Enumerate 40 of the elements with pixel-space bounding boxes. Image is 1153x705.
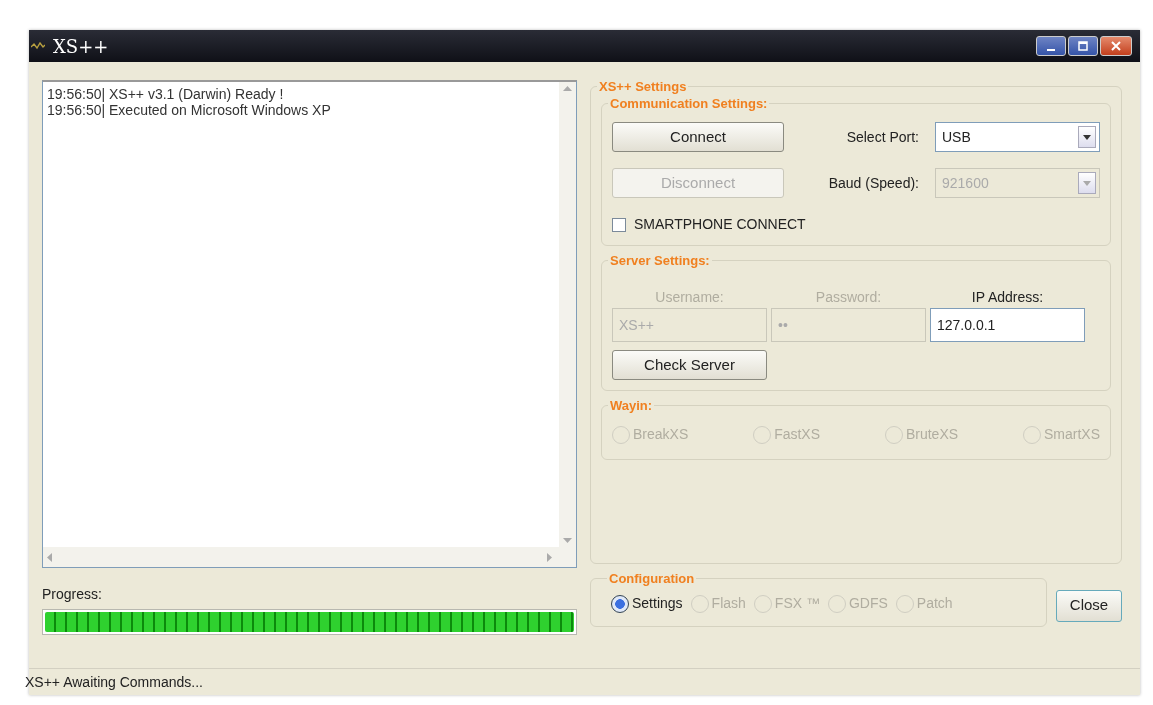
baud-label: Baud (Speed): <box>828 173 919 193</box>
group-title: Wayin: <box>609 399 654 412</box>
left-arrow-icon[interactable] <box>47 552 52 562</box>
minimize-icon <box>1047 49 1055 51</box>
maximize-button[interactable] <box>1068 36 1098 56</box>
field-label: IP Address: <box>971 288 1044 307</box>
close-icon <box>1111 41 1121 51</box>
down-arrow-icon[interactable] <box>563 538 572 543</box>
field-label: Username: <box>655 288 724 307</box>
dropdown-button[interactable] <box>1078 126 1096 148</box>
up-arrow-icon[interactable] <box>563 86 572 91</box>
horizontal-scrollbar[interactable] <box>43 547 576 567</box>
caret-icon <box>1083 134 1091 140</box>
group-title: Communication Settings: <box>609 97 769 110</box>
connect-button[interactable]: Connect <box>612 122 784 152</box>
checkbox[interactable] <box>612 217 626 232</box>
progress-label: Progress: <box>42 585 103 604</box>
close-button[interactable] <box>1100 36 1132 56</box>
group-title: XS++ Settings <box>598 80 688 93</box>
log-line: 19:56:50| XS++ v3.1 (Darwin) Ready ! <box>47 86 284 102</box>
log-line: 19:56:50| Executed on Microsoft Windows XP <box>47 102 331 118</box>
port-label: Select Port: <box>846 127 919 147</box>
maximize-icon <box>1078 41 1088 51</box>
right-arrow-icon[interactable] <box>547 552 552 562</box>
field-label: Password: <box>815 288 882 307</box>
vertical-scrollbar[interactable] <box>559 82 576 547</box>
checkbox-label[interactable]: SMARTPHONE CONNECT <box>634 214 806 235</box>
input-field[interactable]: 127.0.0.1 <box>930 308 1085 342</box>
caret-icon <box>1083 180 1091 186</box>
radio-button[interactable] <box>611 594 629 613</box>
port-dropdown[interactable]: USB <box>935 122 1100 152</box>
close-button[interactable]: Close <box>1056 589 1122 622</box>
app-icon <box>31 42 45 50</box>
radio-label[interactable]: Settings <box>632 593 683 614</box>
window-title: XS++ <box>53 34 109 59</box>
group-title: Configuration <box>608 572 696 585</box>
group-title: Server Settings: <box>609 254 711 267</box>
status-text: XS++ Awaiting Commands... <box>25 672 203 692</box>
minimize-button[interactable] <box>1036 36 1066 56</box>
check-server-button[interactable]: Check Server <box>612 350 767 380</box>
